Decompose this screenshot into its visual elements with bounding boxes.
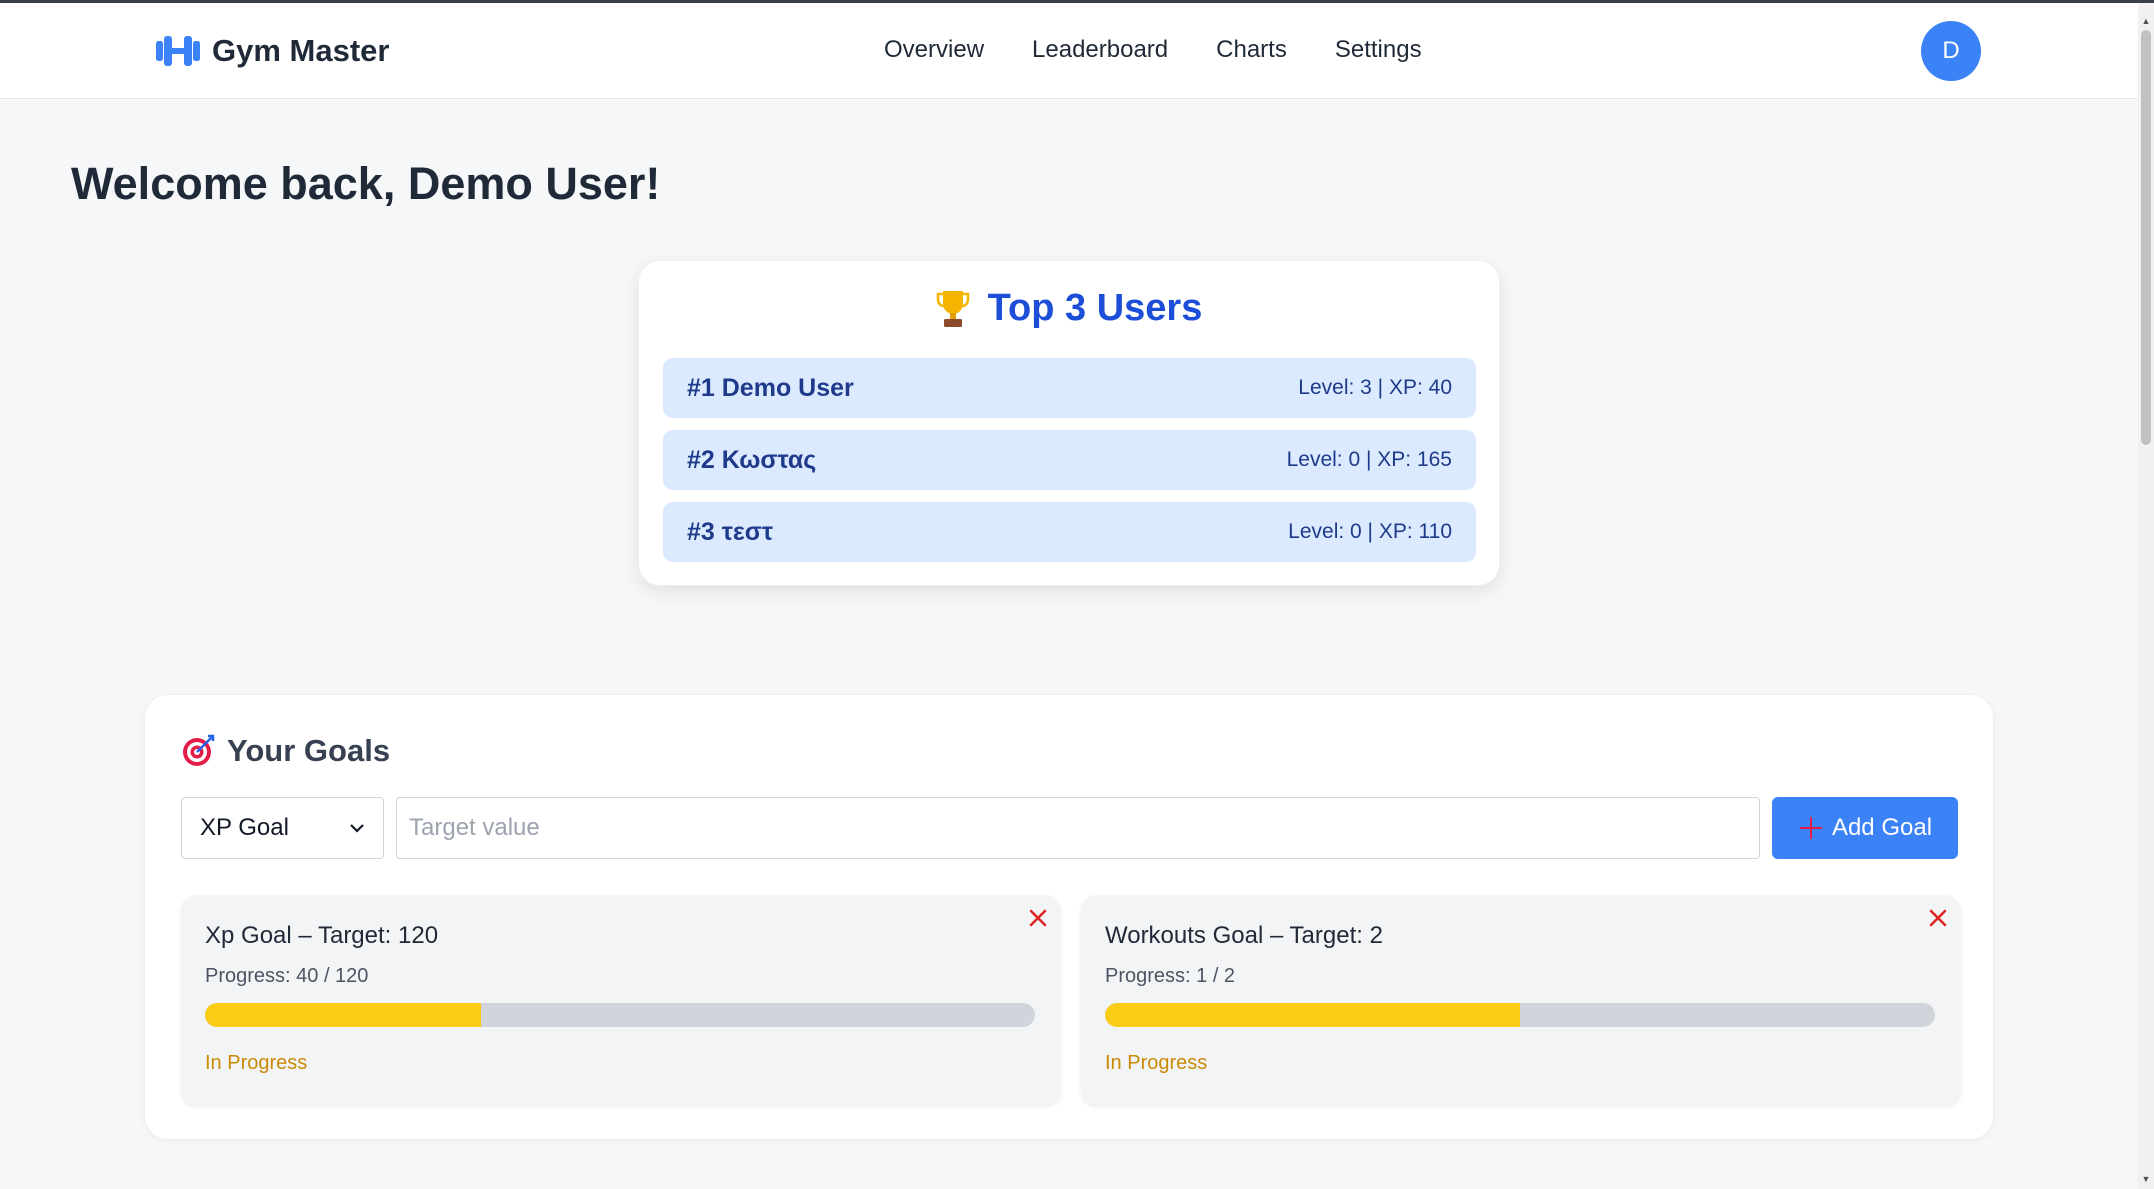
brand[interactable]: Gym Master <box>154 33 389 69</box>
user-stats: Level: 3 | XP: 40 <box>1298 376 1452 399</box>
target-value-placeholder: Target value <box>409 814 540 841</box>
user-stats: Level: 0 | XP: 110 <box>1288 520 1452 543</box>
user-rank-name: #2 Κωστας <box>687 445 817 474</box>
leaderboard-row[interactable]: #1 Demo User Level: 3 | XP: 40 <box>663 358 1476 418</box>
add-goal-label: Add Goal <box>1831 814 1933 841</box>
navbar: Gym Master Overview Leaderboard Charts S… <box>0 3 2138 99</box>
nav-link-charts[interactable]: Charts <box>1216 36 1287 64</box>
progress-bar-fill <box>205 1003 482 1027</box>
goal-name: Xp Goal – Target: 120 <box>205 922 439 949</box>
nav-links: Overview Leaderboard Charts Settings <box>884 36 1422 64</box>
progress-bar <box>205 1003 1035 1027</box>
goal-status: In Progress <box>1105 1052 1208 1074</box>
user-rank-name: #3 τεστ <box>687 517 774 546</box>
top-users-title: Top 3 Users <box>987 287 1203 329</box>
goal-type-value: XP Goal <box>200 814 289 841</box>
nav-link-leaderboard[interactable]: Leaderboard <box>1032 36 1168 64</box>
nav-link-overview[interactable]: Overview <box>884 36 984 64</box>
goals-header: Your Goals <box>181 733 390 769</box>
goal-progress-text: Progress: 40 / 120 <box>205 965 369 987</box>
leaderboard-row[interactable]: #2 Κωστας Level: 0 | XP: 165 <box>663 430 1476 490</box>
brand-name: Gym Master <box>212 33 390 68</box>
target-value-input[interactable]: Target value <box>396 797 1760 859</box>
scroll-down-icon[interactable]: ▼ <box>2141 1174 2151 1184</box>
scrollbar-thumb[interactable] <box>2141 30 2151 445</box>
goal-type-select[interactable]: XP Goal <box>181 797 384 859</box>
goals-card: Your Goals XP Goal Target value Add Goal… <box>144 694 1994 1140</box>
user-stats: Level: 0 | XP: 165 <box>1286 448 1452 471</box>
progress-bar <box>1105 1003 1935 1027</box>
scroll-up-icon[interactable]: ▲ <box>2141 16 2151 26</box>
goal-status: In Progress <box>205 1052 308 1074</box>
leaderboard-row[interactable]: #3 τεστ Level: 0 | XP: 110 <box>663 502 1476 562</box>
nav-link-settings[interactable]: Settings <box>1335 36 1422 64</box>
target-icon <box>183 734 215 766</box>
goal-item: Xp Goal – Target: 120 Progress: 40 / 120… <box>181 895 1061 1105</box>
add-goal-button[interactable]: Add Goal <box>1772 797 1958 859</box>
top-users-card: Top 3 Users #1 Demo User Level: 3 | XP: … <box>638 260 1500 586</box>
top-users-header: Top 3 Users <box>639 287 1499 330</box>
goal-item: Workouts Goal – Target: 2 Progress: 1 / … <box>1081 895 1961 1105</box>
chevron-down-icon <box>350 824 364 833</box>
avatar[interactable]: D <box>1921 21 1981 81</box>
trophy-icon <box>936 290 969 327</box>
progress-bar-fill <box>1105 1003 1520 1027</box>
goals-title: Your Goals <box>227 733 391 768</box>
close-icon[interactable] <box>1927 907 1949 929</box>
dumbbell-icon <box>156 36 200 66</box>
user-rank-name: #1 Demo User <box>687 373 854 402</box>
goal-name: Workouts Goal – Target: 2 <box>1105 922 1383 949</box>
plus-icon <box>1799 817 1822 839</box>
page-title: Welcome back, Demo User! <box>71 158 661 209</box>
close-icon[interactable] <box>1027 907 1049 929</box>
goal-progress-text: Progress: 1 / 2 <box>1105 965 1236 987</box>
